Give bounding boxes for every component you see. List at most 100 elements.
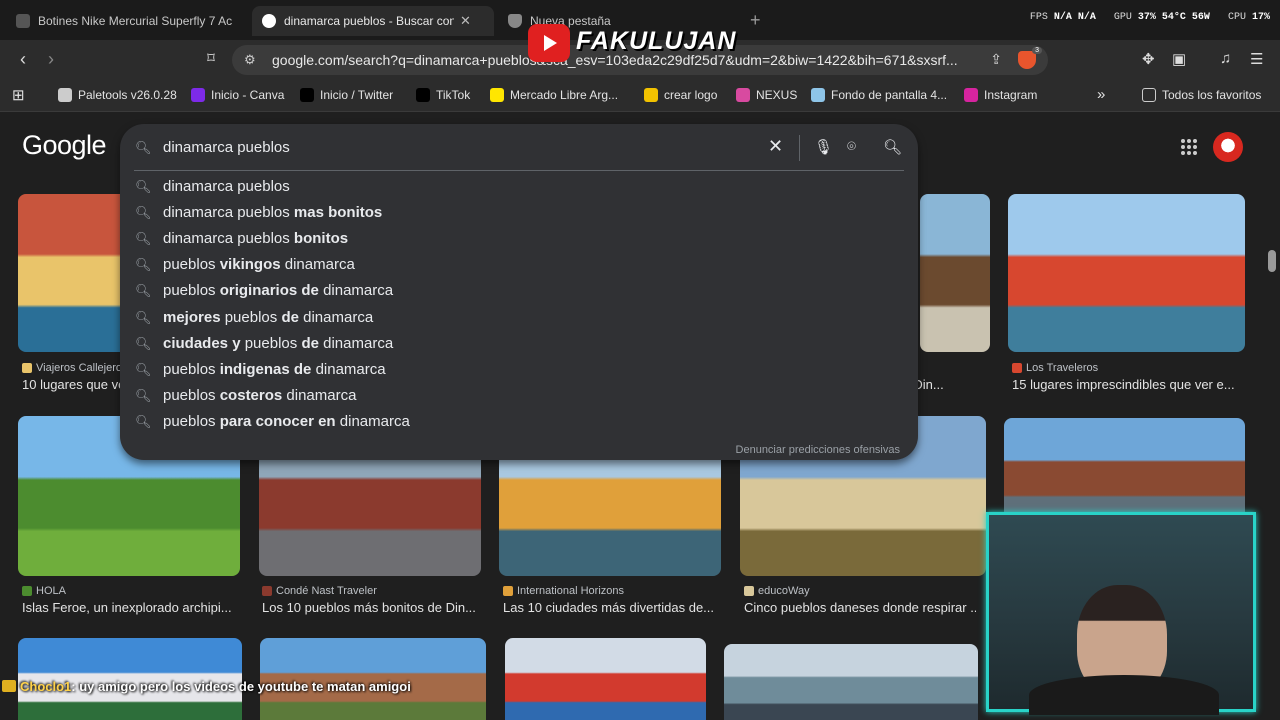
suggestion-text: pueblos originarios de dinamarca: [163, 282, 394, 300]
bookmark-item[interactable]: Inicio / Twitter: [300, 88, 393, 102]
source-name: International Horizons: [517, 585, 625, 597]
search-icon: 🔍︎: [135, 205, 152, 221]
nike-favicon-icon: [16, 14, 30, 28]
chat-overlay: Choclo1: uy amigo pero los videos de you…: [2, 676, 411, 697]
bookmark-favicon-icon: [736, 88, 750, 102]
new-tab-button[interactable]: +: [750, 10, 761, 31]
result-caption[interactable]: Islas Feroe, un inexplorado archipi...: [22, 600, 254, 615]
bookmark-label: TikTok: [436, 88, 471, 102]
search-suggestion[interactable]: 🔍︎ dinamarca pueblos bonitos: [120, 226, 918, 252]
microphone-icon[interactable]: 🎙︎: [814, 138, 833, 156]
suggestion-text: ciudades y pueblos de dinamarca: [163, 334, 394, 352]
source-name: educoWay: [758, 585, 810, 597]
menu-icon[interactable]: ☰: [1250, 50, 1263, 68]
bookmark-favicon-icon: [490, 88, 504, 102]
bookmark-item[interactable]: TikTok: [416, 88, 470, 102]
share-icon[interactable]: ⇪: [990, 51, 1002, 68]
search-suggestion[interactable]: 🔍︎ pueblos costeros dinamarca: [120, 383, 918, 409]
google-apps-icon[interactable]: [1181, 139, 1197, 155]
back-button[interactable]: ‹: [12, 49, 34, 70]
search-icon: 🔍︎: [135, 335, 152, 351]
result-caption[interactable]: 15 lugares imprescindibles que ver e...: [1012, 377, 1244, 392]
search-suggestion[interactable]: 🔍︎ pueblos para conocer en dinamarca: [120, 409, 918, 435]
clear-search-icon[interactable]: ✕: [768, 136, 783, 157]
image-result[interactable]: [920, 194, 990, 352]
media-icon[interactable]: ♫: [1220, 50, 1231, 67]
bookmark-item[interactable]: Instagram: [964, 88, 1037, 102]
search-input[interactable]: dinamarca pueblos: [163, 139, 290, 156]
result-source[interactable]: HOLA: [22, 585, 66, 597]
folder-icon: [1142, 88, 1156, 102]
site-settings-icon[interactable]: ⚙: [244, 52, 256, 68]
search-icon: 🔍︎: [135, 140, 152, 155]
search-icon: 🔍︎: [135, 309, 152, 325]
result-source[interactable]: Viajeros Callejeros: [22, 362, 128, 374]
bookmark-item[interactable]: Inicio - Canva: [191, 88, 284, 102]
all-bookmarks-button[interactable]: Todos los favoritos: [1142, 88, 1261, 102]
image-result[interactable]: [724, 644, 978, 720]
result-source[interactable]: International Horizons: [503, 585, 624, 597]
bookmark-item[interactable]: Paletools v26.0.28: [58, 88, 177, 102]
bookmark-label: Fondo de pantalla 4...: [831, 88, 948, 102]
result-caption[interactable]: Los 10 pueblos más bonitos de Din...: [262, 600, 494, 615]
bookmark-label: Inicio / Twitter: [320, 88, 394, 102]
image-result[interactable]: [505, 638, 706, 720]
search-suggestion[interactable]: 🔍︎ ciudades y pueblos de dinamarca: [120, 331, 918, 357]
extensions-icon[interactable]: ✥: [1142, 50, 1155, 68]
search-suggestion[interactable]: 🔍︎ mejores pueblos de dinamarca: [120, 305, 918, 331]
search-suggestion[interactable]: 🔍︎ pueblos originarios de dinamarca: [120, 278, 918, 304]
bookmark-label: Instagram: [984, 88, 1038, 102]
source-name: Los Traveleros: [1026, 362, 1099, 374]
result-source[interactable]: Los Traveleros: [1012, 362, 1098, 374]
search-suggestion[interactable]: 🔍︎ dinamarca pueblos mas bonitos: [120, 200, 918, 226]
browser-window: Botines Nike Mercurial Superfly 7 Ac din…: [0, 0, 1280, 720]
suggestion-text: pueblos indigenas de dinamarca: [163, 360, 386, 378]
bookmark-item[interactable]: Mercado Libre Arg...: [490, 88, 618, 102]
google-logo[interactable]: Google: [22, 130, 107, 161]
report-predictions-link[interactable]: Denunciar predicciones ofensivas: [736, 444, 900, 456]
tab-nike[interactable]: Botines Nike Mercurial Superfly 7 Ac: [6, 6, 248, 36]
result-caption[interactable]: Las 10 ciudades más divertidas de...: [503, 600, 735, 615]
all-bookmarks-label: Todos los favoritos: [1162, 88, 1262, 102]
source-favicon-icon: [22, 363, 32, 373]
search-icon: 🔍︎: [135, 387, 152, 403]
forward-button[interactable]: ›: [40, 49, 62, 70]
close-tab-icon[interactable]: ✕: [460, 13, 471, 29]
chat-message: : uy amigo pero los videos de youtube te…: [71, 679, 411, 694]
streamer-body: [1029, 675, 1219, 715]
image-result[interactable]: [1008, 194, 1245, 352]
bookmark-item[interactable]: crear logo: [644, 88, 717, 102]
search-icon: 🔍︎: [135, 231, 152, 247]
shields-count-badge: 3: [1032, 47, 1042, 54]
search-icon: 🔍︎: [135, 413, 152, 429]
result-source[interactable]: Condé Nast Traveler: [262, 585, 377, 597]
bookmark-favicon-icon: [964, 88, 978, 102]
bookmark-favicon-icon: [58, 88, 72, 102]
search-icon: 🔍︎: [135, 361, 152, 377]
apps-grid-icon[interactable]: ⊞: [12, 86, 25, 104]
bookmark-label: Inicio - Canva: [211, 88, 285, 102]
scrollbar[interactable]: [1268, 250, 1276, 272]
reader-mode-icon[interactable]: ▣: [1172, 50, 1186, 68]
tab-google-search[interactable]: dinamarca pueblos - Buscar con Google ✕: [252, 6, 494, 36]
crown-icon: [2, 680, 16, 692]
search-suggestion[interactable]: 🔍︎ pueblos indigenas de dinamarca: [120, 357, 918, 383]
result-source[interactable]: educoWay: [744, 585, 810, 597]
search-suggestion[interactable]: 🔍︎ dinamarca pueblos: [120, 174, 918, 200]
source-favicon-icon: [22, 586, 32, 596]
performance-overlay: FPS N/A N/A GPU 37% 54°C 56W CPU 17%: [1029, 12, 1270, 23]
account-avatar[interactable]: [1213, 132, 1243, 162]
channel-name: FAKULUJAN: [576, 27, 737, 55]
bookmark-item[interactable]: NEXUS: [736, 88, 797, 102]
search-suggestion[interactable]: 🔍︎ pueblos vikingos dinamarca: [120, 252, 918, 278]
divider: [799, 135, 800, 161]
search-submit-icon[interactable]: 🔍︎: [883, 138, 902, 156]
bookmark-favicon-icon: [191, 88, 205, 102]
tab-title: dinamarca pueblos - Buscar con Google: [284, 14, 454, 28]
bookmark-item[interactable]: Fondo de pantalla 4...: [811, 88, 947, 102]
result-caption[interactable]: Cinco pueblos daneses donde respirar ...: [744, 600, 976, 615]
webcam-overlay: [986, 512, 1256, 715]
bookmark-icon[interactable]: ⌑: [200, 49, 222, 67]
more-bookmarks-button[interactable]: »: [1097, 86, 1105, 103]
lens-camera-icon[interactable]: ⌾: [847, 138, 856, 155]
